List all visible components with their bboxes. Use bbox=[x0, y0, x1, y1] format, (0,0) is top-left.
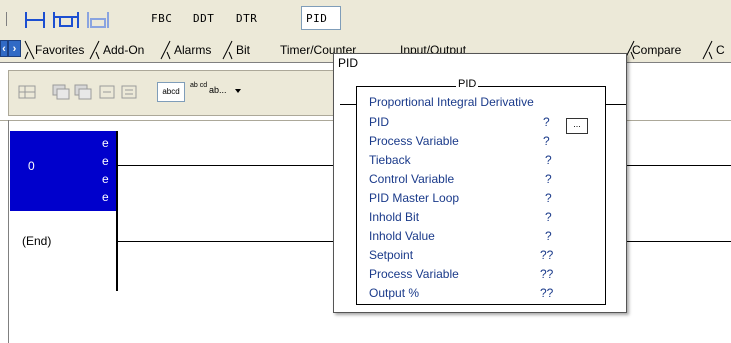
rung-icon[interactable] bbox=[24, 9, 46, 31]
branch-icon[interactable] bbox=[52, 9, 80, 31]
compare-icon[interactable] bbox=[73, 83, 93, 101]
rung-0-wire-right bbox=[625, 165, 731, 166]
tab-alarms[interactable]: Alarms bbox=[174, 43, 211, 57]
description-toggle-button[interactable]: ab cd bbox=[190, 82, 207, 90]
pid-button[interactable]: PID bbox=[306, 12, 327, 25]
tab-divider-icon bbox=[222, 40, 233, 60]
export-icon[interactable] bbox=[119, 83, 139, 101]
branch-level-icon[interactable] bbox=[86, 9, 110, 31]
end-rung-wire-right bbox=[625, 241, 731, 242]
param-value: ?? bbox=[540, 267, 554, 281]
param-label: Process Variable bbox=[369, 267, 459, 281]
tab-divider-icon bbox=[89, 40, 100, 60]
toolbar-separator bbox=[6, 12, 7, 26]
param-value[interactable]: ? bbox=[545, 229, 552, 243]
rung-marker: e bbox=[102, 154, 109, 168]
tab-divider-icon bbox=[702, 40, 713, 60]
param-label: Tieback bbox=[369, 153, 411, 167]
tag-display-dropdown[interactable]: ab... bbox=[209, 85, 227, 95]
pid-description: Proportional Integral Derivative bbox=[369, 95, 534, 109]
import-icon[interactable] bbox=[97, 83, 117, 101]
rung-marker: e bbox=[102, 190, 109, 204]
param-value[interactable]: ? bbox=[545, 172, 552, 186]
end-rung-wire bbox=[116, 241, 333, 242]
left-power-rail bbox=[116, 131, 118, 291]
rung-marker: e bbox=[102, 136, 109, 150]
dtr-button[interactable]: DTR bbox=[236, 12, 257, 25]
param-label: PID Master Loop bbox=[369, 191, 460, 205]
pid-input-wire bbox=[340, 104, 356, 105]
pid-output-wire bbox=[606, 104, 626, 105]
rung-0-selection[interactable]: 0 e e e e bbox=[10, 131, 116, 211]
pid-instruction-window[interactable]: PID PID Proportional Integral Derivative… bbox=[333, 53, 627, 313]
param-label: Inhold Value bbox=[369, 229, 435, 243]
param-value: ?? bbox=[540, 248, 554, 262]
param-label: Setpoint bbox=[369, 248, 414, 262]
param-value: ?? bbox=[540, 286, 554, 300]
rung-marker: e bbox=[102, 172, 109, 186]
param-label: Inhold Bit bbox=[369, 210, 420, 224]
tab-add-on[interactable]: Add-On bbox=[103, 43, 144, 57]
param-label: Output % bbox=[369, 286, 420, 300]
editor-left-margin bbox=[8, 120, 9, 343]
rung-number: 0 bbox=[28, 159, 35, 173]
chevron-down-icon[interactable] bbox=[234, 87, 242, 95]
param-value[interactable]: ? bbox=[545, 210, 552, 224]
edit-rung-icon[interactable] bbox=[17, 83, 37, 101]
tab-favorites[interactable]: Favorites bbox=[35, 43, 84, 57]
ddt-button[interactable]: DDT bbox=[193, 12, 214, 25]
param-label: Process Variable bbox=[369, 134, 459, 148]
tab-compare[interactable]: Compare bbox=[632, 43, 681, 57]
param-value[interactable]: ? bbox=[543, 134, 550, 148]
param-value[interactable]: ? bbox=[545, 191, 552, 205]
pid-window-title: PID bbox=[338, 56, 359, 70]
tab-scroll-right-icon[interactable]: › bbox=[8, 40, 21, 57]
param-label: Control Variable bbox=[369, 172, 455, 186]
param-label: PID bbox=[369, 115, 390, 129]
tab-scroll-left-icon[interactable]: ‹ bbox=[0, 40, 8, 57]
param-value[interactable]: ? bbox=[545, 153, 552, 167]
tab-bit[interactable]: Bit bbox=[236, 43, 250, 57]
rung-0-wire bbox=[116, 165, 333, 166]
instruction-toolbar: FBC DDT DTR PID bbox=[0, 0, 731, 38]
pid-block-name: PID bbox=[456, 78, 479, 90]
tab-divider-icon bbox=[160, 40, 171, 60]
fbc-button[interactable]: FBC bbox=[151, 12, 172, 25]
param-value[interactable]: ? bbox=[543, 115, 550, 129]
verify-icon[interactable] bbox=[51, 83, 71, 101]
rung-comment-button[interactable]: abcd bbox=[157, 82, 185, 102]
end-rung-label: (End) bbox=[22, 234, 52, 248]
tab-compute[interactable]: C bbox=[716, 43, 725, 57]
pid-properties-button[interactable]: ... bbox=[566, 118, 588, 134]
